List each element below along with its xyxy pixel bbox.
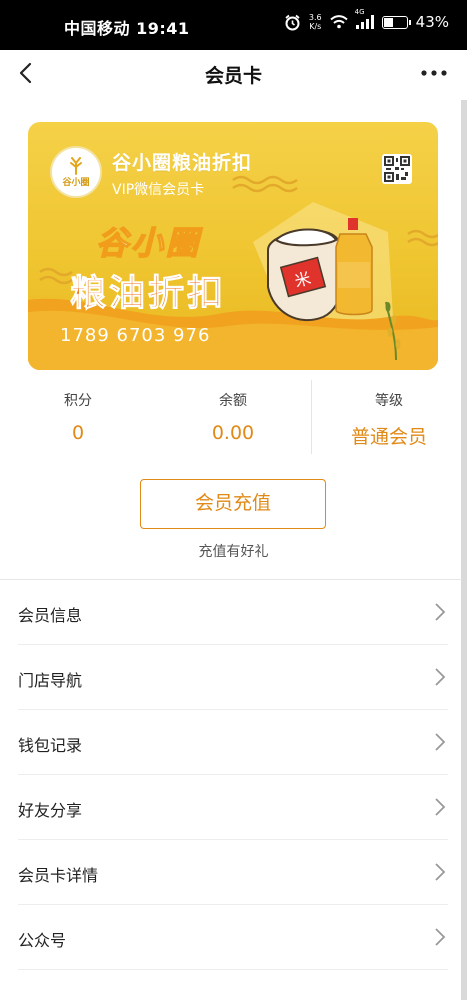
brand-logo: 谷小圈: [50, 146, 102, 198]
menu-item-card-details[interactable]: 会员卡详情: [0, 840, 462, 905]
menu-item-label: 会员信息: [18, 606, 83, 625]
card-subtitle: VIP微信会员卡: [112, 182, 205, 198]
chevron-right-icon: [435, 863, 446, 881]
menu-item-wallet-records[interactable]: 钱包记录: [0, 710, 462, 775]
menu-item-label: 公众号: [18, 931, 67, 950]
stat-value: 0: [71, 422, 85, 444]
card-brand-name: 谷小圈粮油折扣: [112, 152, 253, 174]
chevron-right-icon: [435, 798, 446, 816]
chevron-right-icon: [435, 733, 446, 751]
menu-item-member-info[interactable]: 会员信息: [0, 580, 462, 645]
member-stats: 积分 0 余额 0.00 等级 普通会员: [0, 380, 467, 460]
speed-unit: K/s: [309, 22, 322, 31]
menu-item-label: 会员卡详情: [18, 866, 99, 885]
page-title: 会员卡: [204, 65, 262, 87]
carrier-time: 中国移动 19:41: [64, 15, 190, 39]
recharge-button[interactable]: 会员充值: [140, 479, 326, 529]
stat-label: 积分: [64, 393, 92, 409]
cell-signal: 4G: [355, 8, 374, 29]
stat-value: 普通会员: [350, 426, 427, 448]
menu-item-label: 钱包记录: [18, 736, 83, 755]
card-banner-line2: 粮油折扣: [69, 273, 227, 315]
qr-code-icon[interactable]: [382, 154, 412, 184]
network-speed: 3.6 K/s: [309, 13, 322, 31]
card-banner-line1: 谷小圈: [95, 223, 202, 263]
wheat-logo-icon: [70, 156, 82, 175]
stat-points[interactable]: 积分 0: [0, 380, 156, 460]
wifi-icon: [329, 15, 348, 29]
status-bar: 中国移动 19:41 3.6 K/s 4G 43%: [0, 0, 467, 50]
chevron-right-icon: [435, 928, 446, 946]
carrier-name: 中国移动: [64, 19, 131, 38]
card-number: 1789 6703 976: [60, 325, 211, 346]
stat-label: 等级: [375, 393, 403, 409]
clock: 19:41: [136, 19, 190, 38]
stat-level[interactable]: 等级 普通会员: [311, 380, 467, 460]
menu-item-label: 门店导航: [18, 671, 83, 690]
member-card: 米 谷小圈 谷小圈粮油折扣 VIP微信会员卡 谷小圈 粮油折扣 1789 670…: [28, 122, 438, 370]
battery-percent: 43%: [415, 13, 449, 31]
network-type: 4G: [354, 8, 365, 16]
menu-item-official-account[interactable]: 公众号: [0, 905, 462, 970]
stat-balance[interactable]: 余额 0.00: [155, 380, 311, 460]
status-icons: 3.6 K/s 4G 43%: [284, 8, 449, 31]
stat-value: 0.00: [211, 422, 255, 444]
menu-item-friend-share[interactable]: 好友分享: [0, 775, 462, 840]
more-dots-icon[interactable]: [419, 64, 449, 82]
chevron-right-icon: [435, 668, 446, 686]
logo-text: 谷小圈: [62, 177, 90, 188]
chevron-right-icon: [435, 603, 446, 621]
nav-header: 会员卡: [0, 50, 467, 96]
speed-value: 3.6: [308, 13, 322, 22]
recharge-note: 充值有好礼: [198, 544, 269, 560]
alarm-icon: [285, 14, 300, 30]
signal-bars-icon: [355, 15, 374, 29]
menu-divider: [18, 969, 448, 970]
stat-label: 余额: [219, 393, 247, 409]
menu-item-store-navigation[interactable]: 门店导航: [0, 645, 462, 710]
battery-icon: [381, 15, 411, 29]
menu-list: 会员信息 门店导航 钱包记录 好友分享 会员卡详情 公众号: [0, 580, 462, 970]
menu-item-label: 好友分享: [18, 801, 83, 820]
